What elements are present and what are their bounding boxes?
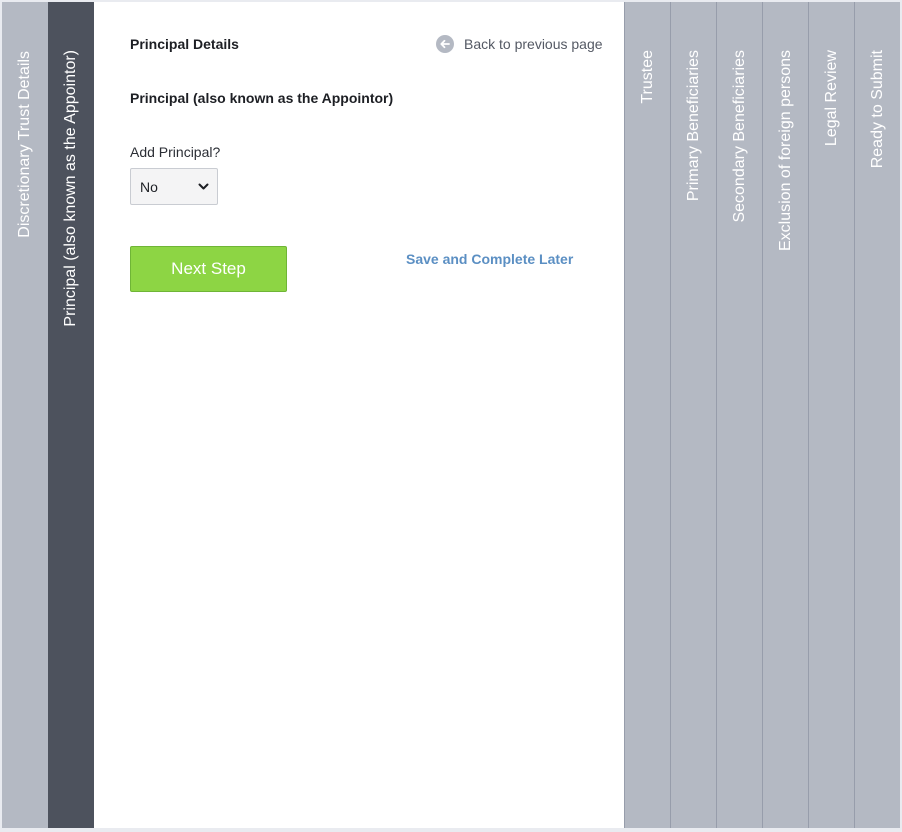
tab-primary-beneficiaries[interactable]: Primary Beneficiaries <box>670 2 716 828</box>
page-title: Principal Details <box>130 36 239 52</box>
back-link[interactable]: Back to previous page <box>436 35 603 53</box>
next-step-button[interactable]: Next Step <box>130 246 287 292</box>
tab-discretionary-trust-details[interactable]: Discretionary Trust Details <box>2 2 48 828</box>
tab-label: Legal Review <box>822 50 840 147</box>
wizard-frame: Discretionary Trust Details Principal (a… <box>2 2 900 828</box>
section-heading: Principal (also known as the Appointor) <box>130 90 394 106</box>
tab-secondary-beneficiaries[interactable]: Secondary Beneficiaries <box>716 2 762 828</box>
tab-label: Discretionary Trust Details <box>16 51 33 238</box>
tab-label: Secondary Beneficiaries <box>730 50 748 223</box>
chevron-down-icon <box>198 183 209 189</box>
tab-legal-review[interactable]: Legal Review <box>808 2 854 828</box>
save-and-complete-later-link[interactable]: Save and Complete Later <box>406 251 573 267</box>
back-link-label: Back to previous page <box>464 36 603 52</box>
main-content: Principal Details Back to previous page … <box>94 2 624 828</box>
select-value: No <box>140 178 158 195</box>
tab-label: Trustee <box>638 50 656 104</box>
add-principal-select[interactable]: No <box>130 168 218 205</box>
tab-label: Primary Beneficiaries <box>684 50 702 202</box>
arrow-left-circle-icon <box>436 35 454 53</box>
tab-trustee[interactable]: Trustee <box>624 2 670 828</box>
add-principal-label: Add Principal? <box>130 144 221 160</box>
tab-ready-to-submit[interactable]: Ready to Submit <box>854 2 900 828</box>
tab-label: Principal (also known as the Appointor) <box>62 50 79 327</box>
tab-principal[interactable]: Principal (also known as the Appointor) <box>48 2 94 828</box>
tab-exclusion-of-foreign-persons[interactable]: Exclusion of foreign persons <box>762 2 808 828</box>
tab-label: Ready to Submit <box>868 50 886 169</box>
tab-label: Exclusion of foreign persons <box>776 50 794 251</box>
